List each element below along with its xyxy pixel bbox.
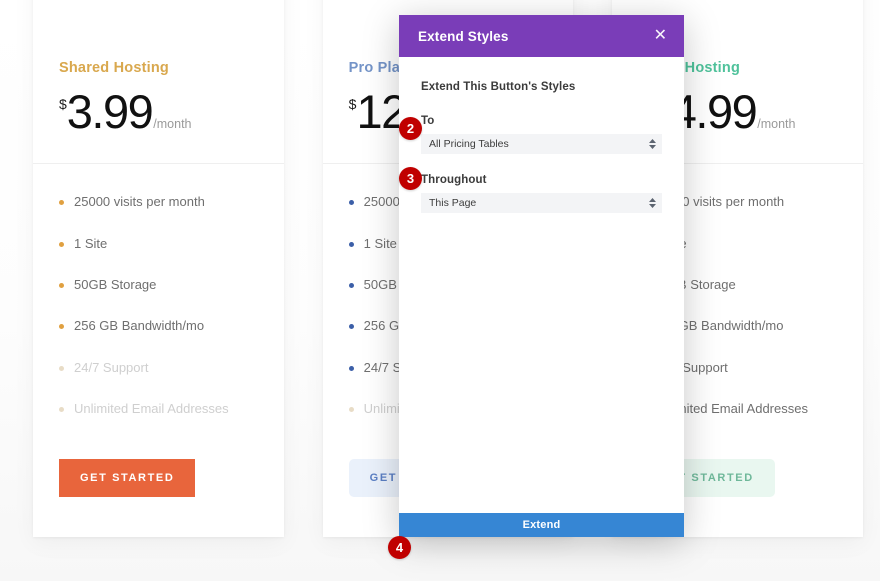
pricing-card-shared-hosting: Shared Hosting $3.99/month 25000 visits pe…	[33, 0, 284, 537]
feature-label: 25000 visits per month	[74, 194, 205, 210]
app-stage: Shared Hosting $3.99/month 25000 visits pe…	[0, 0, 880, 581]
close-icon[interactable]: ✕	[651, 24, 670, 48]
feature-list: 25000 visits per month 1 Site 50GB Storage…	[33, 164, 284, 452]
bullet-icon	[59, 407, 64, 413]
feature-item: 256 GB Bandwidth/mo	[59, 318, 258, 335]
step-badge-3: 3	[399, 167, 422, 190]
bullet-icon	[59, 324, 64, 330]
step-badge-2: 2	[399, 117, 422, 140]
feature-item: 25000 visits per month	[59, 194, 258, 211]
field-to-label: To	[421, 115, 435, 127]
field-throughout: Throughout This Page	[421, 174, 662, 213]
price-currency: $	[59, 96, 67, 112]
field-throughout-label: Throughout	[421, 174, 487, 186]
bullet-icon	[348, 241, 354, 247]
feature-item: 1 Site	[59, 236, 258, 253]
bullet-icon	[348, 365, 354, 371]
bullet-icon	[348, 283, 354, 289]
bullet-icon	[348, 324, 354, 330]
extend-button[interactable]: Extend	[399, 513, 684, 537]
price-row: $3.99/month	[59, 85, 258, 138]
price-period: /month	[757, 116, 796, 131]
pricing-card-header: Shared Hosting $3.99/month	[33, 0, 284, 163]
modal-body: Extend This Button's Styles To All Prici…	[399, 57, 684, 513]
bullet-icon	[59, 200, 64, 206]
get-started-button[interactable]: GET STARTED	[59, 458, 196, 497]
feature-label: 1 Site	[74, 235, 108, 251]
feature-label: 1 Site	[363, 235, 397, 251]
field-to: To All Pricing Tables	[421, 115, 662, 154]
cta-wrapper: GET STARTED	[33, 453, 284, 537]
plan-title: Shared Hosting	[59, 60, 169, 76]
modal-header: Extend Styles ✕	[399, 15, 684, 57]
modal-title: Extend Styles	[418, 28, 509, 44]
bullet-icon	[59, 365, 64, 371]
to-select-value: All Pricing Tables	[429, 138, 509, 150]
modal-heading: Extend This Button's Styles	[421, 81, 576, 93]
feature-label: 256 GB Bandwidth/mo	[74, 318, 205, 334]
bullet-icon	[348, 200, 354, 206]
price-currency: $	[348, 96, 357, 112]
chevron-updown-icon	[649, 139, 656, 149]
step-badge-4: 4	[388, 536, 411, 559]
extend-styles-modal: Extend Styles ✕ Extend This Button's Sty…	[399, 15, 684, 537]
feature-label: 24/7 Support	[74, 359, 149, 375]
feature-item: 50GB Storage	[59, 277, 258, 294]
modal-footer: Extend	[399, 513, 684, 537]
to-select[interactable]: All Pricing Tables	[421, 134, 662, 154]
bullet-icon	[59, 283, 64, 289]
chevron-updown-icon	[649, 198, 656, 208]
bullet-icon	[348, 407, 354, 413]
bullet-icon	[59, 241, 64, 247]
feature-item: 24/7 Support	[59, 360, 258, 377]
feature-label: Unlimited Email Addresses	[74, 401, 229, 417]
price-period: /month	[153, 116, 192, 131]
throughout-select-value: This Page	[429, 197, 477, 209]
price-amount: 3.99	[66, 85, 154, 138]
throughout-select[interactable]: This Page	[421, 193, 662, 213]
feature-item: Unlimited Email Addresses	[59, 401, 258, 418]
feature-label: 50GB Storage	[74, 277, 157, 293]
